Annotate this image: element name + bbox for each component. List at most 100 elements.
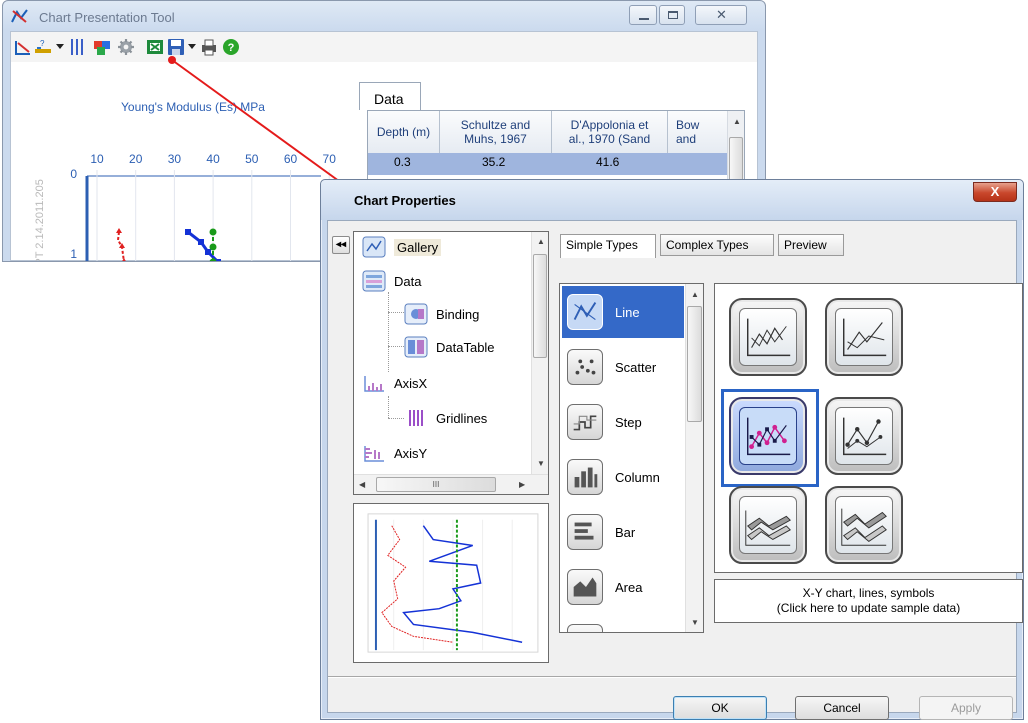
tree-item-data[interactable]: Data	[362, 270, 421, 292]
tree-horizontal-scrollbar[interactable]: ◀ III ▶	[354, 474, 548, 494]
tab-preview[interactable]: Preview	[778, 234, 844, 256]
tree-item-gallery[interactable]: Gallery	[362, 236, 442, 258]
close-icon[interactable]: ✕	[695, 5, 747, 25]
column-header-label: al., 1970 (Sand	[568, 132, 651, 146]
svg-text:?: ?	[40, 39, 45, 48]
tree-vertical-scrollbar[interactable]: ▲ ▼	[531, 232, 548, 475]
y-tick-labels: 01	[70, 167, 77, 261]
tree-item-datatable[interactable]: DataTable	[404, 336, 495, 358]
chart-type-area[interactable]: Area	[562, 561, 684, 613]
ok-button[interactable]: OK	[673, 696, 767, 720]
variant-line-smooth[interactable]	[825, 298, 903, 376]
chart-wizard-icon[interactable]	[14, 38, 32, 56]
scroll-down-icon[interactable]: ▼	[537, 459, 545, 468]
collapse-panel-button[interactable]: ◂◂	[332, 236, 350, 254]
step-chart-icon	[567, 404, 603, 440]
tree-item-label: Gallery	[394, 238, 442, 256]
gear-icon[interactable]	[117, 38, 135, 56]
scatter-chart-icon	[567, 349, 603, 385]
variant-line-symbols-selected[interactable]	[729, 397, 807, 475]
table-row[interactable]	[368, 153, 728, 175]
scroll-thumb[interactable]	[533, 254, 547, 358]
chart-type-list: Line Scatter Step Column Bar Area ▲ ▼	[559, 283, 704, 633]
chevron-down-icon[interactable]	[56, 44, 64, 49]
column-header-label: Bow	[676, 118, 700, 132]
chart-type-column[interactable]: Column	[562, 451, 684, 503]
scroll-thumb[interactable]	[687, 306, 702, 422]
tree-item-axisx[interactable]: AxisX	[362, 372, 427, 394]
column-header-dappolonia[interactable]: D'Appolonia et al., 1970 (Sand	[552, 111, 668, 153]
chart-type-icon	[567, 624, 603, 632]
scroll-down-icon[interactable]: ▼	[691, 618, 699, 627]
x-tick-label: 50	[245, 152, 259, 166]
tab-simple-types[interactable]: Simple Types	[560, 234, 656, 258]
axis-settings-icon[interactable]: ?	[34, 38, 52, 56]
save-icon[interactable]	[167, 38, 185, 56]
variant-line-3d-symbols[interactable]	[825, 486, 903, 564]
chevron-down-icon[interactable]	[188, 44, 196, 49]
minimize-button[interactable]	[629, 5, 657, 25]
dialog-title: Chart Properties	[354, 193, 456, 208]
x-tick-label: 70	[323, 152, 337, 166]
column-header-label: D'Appolonia et	[570, 118, 649, 132]
tree-item-binding[interactable]: Binding	[404, 303, 479, 325]
description-line: (Click here to update sample data)	[776, 601, 961, 615]
gridlines-toggle-icon[interactable]	[68, 38, 86, 56]
maximize-button[interactable]	[659, 5, 685, 25]
chart-variant-gallery	[714, 283, 1023, 573]
tree-connector	[388, 312, 404, 313]
title-bar: Chart Presentation Tool ✕	[3, 1, 765, 31]
tree-connector	[388, 418, 404, 419]
tree-item-gridlines[interactable]: Gridlines	[404, 407, 487, 429]
close-icon[interactable]: X	[973, 182, 1017, 202]
scroll-right-icon[interactable]: ▶	[519, 480, 525, 489]
variant-line-plain[interactable]	[729, 298, 807, 376]
tab-data[interactable]: Data	[359, 82, 421, 110]
chart-type-scatter[interactable]: Scatter	[562, 341, 684, 393]
axis-x-icon	[364, 376, 384, 392]
chart-type-line[interactable]: Line	[562, 286, 684, 338]
chart-watermark: woSPT 2.14.2011.205	[34, 179, 46, 262]
column-header-bowles[interactable]: Bow and	[668, 111, 728, 153]
bar-chart-icon	[567, 514, 603, 550]
chart-title: Young's Modulus (Es) MPa	[121, 100, 265, 114]
column-header-schultze[interactable]: Schultze and Muhs, 1967	[440, 111, 552, 153]
tab-complex-types[interactable]: Complex Types	[660, 234, 774, 256]
line-symbols-icon	[739, 407, 797, 465]
scroll-left-icon[interactable]: ◀	[359, 480, 365, 489]
excel-export-icon[interactable]	[146, 38, 164, 56]
button-separator	[328, 676, 1016, 677]
column-header-label: Depth (m)	[376, 125, 431, 139]
tree-item-label: Data	[394, 273, 422, 289]
column-header-depth[interactable]: Depth (m)	[368, 111, 440, 153]
chart-description[interactable]: X-Y chart, lines, symbols (Click here to…	[714, 579, 1023, 623]
tree-item-label: AxisX	[394, 375, 428, 391]
tree-item-label: Binding	[436, 306, 480, 322]
scroll-up-icon[interactable]: ▲	[691, 290, 699, 299]
binding-icon	[404, 303, 428, 325]
x-tick-label: 40	[206, 152, 220, 166]
apply-button[interactable]: Apply	[919, 696, 1013, 720]
print-icon[interactable]	[200, 38, 218, 56]
app-icon	[11, 9, 28, 23]
palette-icon[interactable]	[93, 38, 111, 56]
scroll-thumb[interactable]: III	[376, 477, 496, 492]
y-tick-label: 0	[70, 167, 77, 181]
line-3d-icon	[739, 496, 797, 554]
chart-type-step[interactable]: Step	[562, 396, 684, 448]
chart-preview-thumbnail	[353, 503, 549, 663]
scroll-up-icon[interactable]: ▲	[733, 117, 741, 126]
chart-type-more[interactable]	[562, 616, 684, 632]
variant-line-symbols[interactable]	[825, 397, 903, 475]
area-chart-icon	[567, 569, 603, 605]
cancel-button[interactable]: Cancel	[795, 696, 889, 720]
chart-type-bar[interactable]: Bar	[562, 506, 684, 558]
y-tick-label: 1	[70, 247, 77, 261]
scroll-up-icon[interactable]: ▲	[537, 237, 545, 246]
variant-line-3d[interactable]	[729, 486, 807, 564]
help-icon[interactable]: ?	[222, 38, 240, 56]
line-plain-icon	[739, 308, 797, 366]
type-list-scrollbar[interactable]: ▲ ▼	[685, 284, 703, 632]
tree-item-axisy[interactable]: AxisY	[362, 442, 427, 464]
chart-type-label: Column	[615, 469, 660, 485]
